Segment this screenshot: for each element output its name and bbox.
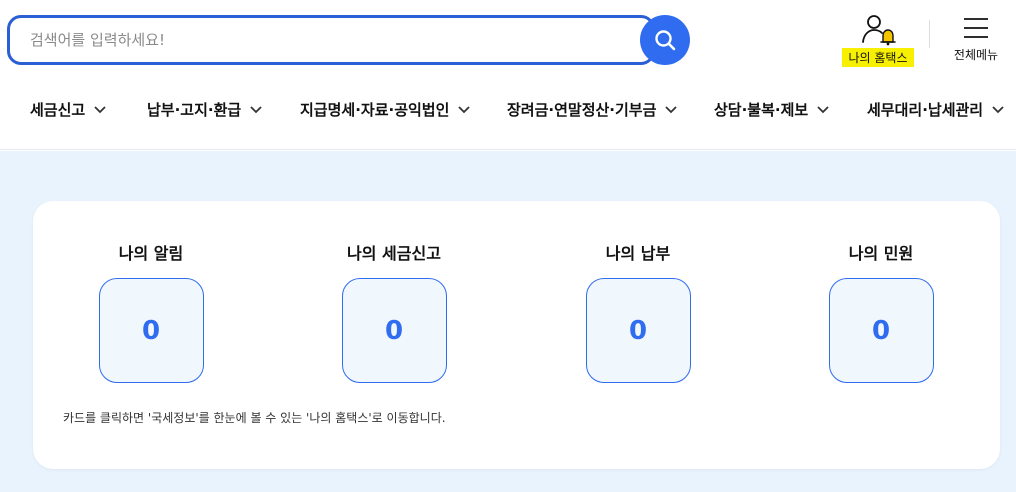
stat-my-payment: 나의 납부 0	[568, 241, 708, 383]
all-menu-button[interactable]: 전체메뉴	[948, 14, 1004, 70]
my-hometax-label: 나의 홈택스	[842, 48, 914, 67]
nav-item-payment[interactable]: 납부·고지·환급	[147, 97, 263, 121]
stat-count: 0	[384, 315, 404, 346]
stat-title: 나의 알림	[118, 244, 184, 263]
nav-item-consulting[interactable]: 상담·불복·제보	[714, 97, 830, 121]
stat-count: 0	[141, 315, 161, 346]
nav-item-label: 세무대리·납세관리	[867, 100, 984, 119]
stat-count-box[interactable]: 0	[828, 278, 934, 383]
chevron-down-icon	[250, 106, 262, 114]
main-nav: 세금신고 납부·고지·환급 지급명세·자료·공익법인 장려금·연말정산·기부금 …	[0, 80, 1016, 150]
stat-title: 나의 민원	[848, 244, 914, 263]
nav-item-tax-agent[interactable]: 세무대리·납세관리	[867, 97, 1005, 121]
nav-item-label: 지급명세·자료·공익법인	[300, 100, 450, 119]
nav-item-label: 장려금·연말정산·기부금	[507, 100, 657, 119]
card-note: 카드를 클릭하면 '국세정보'를 한눈에 볼 수 있는 '나의 홈택스'로 이동…	[63, 411, 446, 425]
my-hometax-button[interactable]: 나의 홈택스	[838, 12, 918, 68]
nav-item-incentive[interactable]: 장려금·연말정산·기부금	[507, 97, 678, 121]
stat-my-notifications: 나의 알림 0	[81, 241, 221, 383]
header-divider	[929, 20, 930, 48]
user-bell-icon	[858, 12, 898, 46]
search-bar	[7, 15, 690, 65]
search-button[interactable]	[640, 15, 690, 65]
hamburger-icon	[963, 16, 989, 40]
header: 나의 홈택스 전체메뉴	[0, 0, 1016, 80]
stat-count: 0	[871, 315, 891, 346]
search-input[interactable]	[7, 15, 655, 65]
chevron-down-icon	[817, 106, 829, 114]
stat-count-box[interactable]: 0	[98, 278, 204, 383]
main-content: 나의 알림 0 나의 세금신고 0 나의 납부 0 나의 민원 0 카드를 클릭…	[0, 151, 1016, 492]
stat-my-tax-filing: 나의 세금신고 0	[324, 241, 464, 383]
chevron-down-icon	[992, 106, 1004, 114]
my-hometax-summary-card: 나의 알림 0 나의 세금신고 0 나의 납부 0 나의 민원 0 카드를 클릭…	[33, 201, 1000, 469]
nav-item-label: 세금신고	[30, 100, 86, 119]
search-icon	[655, 30, 676, 51]
nav-item-payment-statement[interactable]: 지급명세·자료·공익법인	[300, 97, 471, 121]
stat-title: 나의 세금신고	[347, 244, 441, 263]
nav-item-label: 납부·고지·환급	[147, 100, 242, 119]
stat-title: 나의 납부	[605, 244, 671, 263]
chevron-down-icon	[458, 106, 471, 114]
chevron-down-icon	[94, 106, 106, 114]
stat-count-box[interactable]: 0	[341, 278, 447, 383]
nav-item-tax-filing[interactable]: 세금신고	[30, 97, 107, 121]
chevron-down-icon	[665, 106, 678, 114]
stat-count: 0	[628, 315, 648, 346]
stat-count-box[interactable]: 0	[585, 278, 691, 383]
stat-my-complaints: 나의 민원 0	[811, 241, 951, 383]
nav-item-label: 상담·불복·제보	[714, 100, 809, 119]
all-menu-label: 전체메뉴	[953, 48, 999, 62]
